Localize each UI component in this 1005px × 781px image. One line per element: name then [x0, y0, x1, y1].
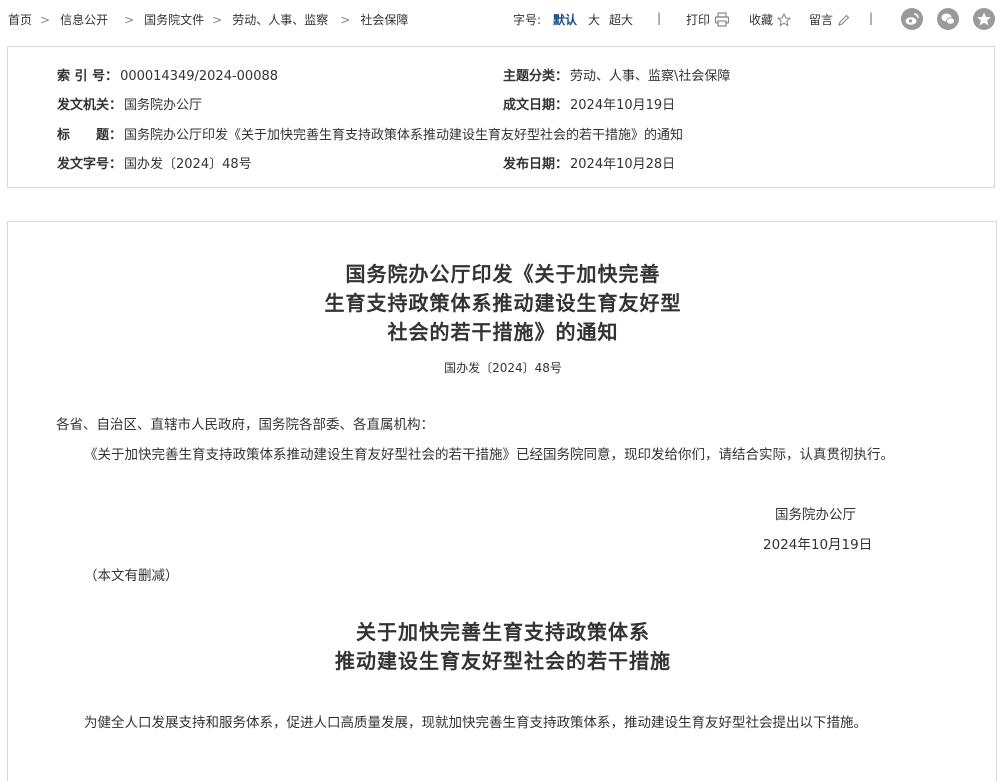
created-date-value: 2024年10月19日 [570, 98, 676, 113]
created-date-label: 成文日期： [503, 98, 569, 113]
doc-number-value: 国办发〔2024〕48号 [124, 157, 252, 172]
title-label: 标 题： [57, 128, 123, 143]
favorite-button[interactable]: 收藏 [749, 11, 791, 28]
salutation: 各省、自治区、直辖市人民政府，国务院各部委、各直属机构： [56, 417, 434, 433]
category-label: 主题分类： [503, 69, 569, 84]
breadcrumb-state-council-docs[interactable]: 国务院文件 [144, 13, 204, 27]
top-bar: 首页 > 信息公开 > 国务院文件 > 劳动、人事、监察 > 社会保障 字号: 默认 大 超大 … [0, 0, 1005, 40]
category-row: 主题分类： 劳动、人事、监察\社会保障 [503, 65, 730, 84]
breadcrumb-labor-personnel[interactable]: 劳动、人事、监察 [232, 13, 328, 27]
signature-date: 2024年10月19日 [763, 537, 873, 553]
article-subtitle: 关于加快完善生育支持政策体系 推动建设生育友好型社会的若干措施 [8, 618, 998, 676]
article-doc-number: 国办发〔2024〕48号 [444, 361, 562, 375]
font-xlarge-button[interactable]: 超大 [609, 11, 633, 28]
printer-icon [714, 12, 729, 27]
breadcrumb-separator: > [340, 13, 351, 27]
issuer-row: 发文机关： 国务院办公厅 [57, 94, 202, 113]
category-value: 劳动、人事、监察\社会保障 [570, 69, 731, 84]
breadcrumb-social-security[interactable]: 社会保障 [360, 13, 408, 27]
issuer-value: 国务院办公厅 [124, 98, 203, 113]
breadcrumb: 首页 > 信息公开 > 国务院文件 > 劳动、人事、监察 > 社会保障 [8, 11, 408, 28]
favorite-label: 收藏 [749, 13, 774, 27]
star-icon [776, 13, 791, 27]
article-title-line: 社会的若干措施》的通知 [387, 320, 619, 344]
issuer-label: 发文机关： [57, 98, 123, 113]
breadcrumb-separator: > [212, 13, 223, 27]
breadcrumb-home[interactable]: 首页 [8, 13, 32, 27]
pencil-icon [837, 14, 850, 26]
doc-number-label: 发文字号： [57, 157, 123, 172]
article-subtitle-line: 推动建设生育友好型社会的若干措施 [335, 649, 671, 673]
breadcrumb-separator: > [124, 13, 135, 27]
intro-paragraph: 为健全人口发展支持和服务体系，促进人口高质量发展，现就加快完善生育支持政策体系，… [84, 715, 867, 731]
article-title-line: 国务院办公厅印发《关于加快完善 [345, 262, 661, 286]
font-size-label: 字号: [513, 13, 542, 27]
print-label: 打印 [686, 13, 711, 27]
title-value: 国务院办公厅印发《关于加快完善生育支持政策体系推动建设生育友好型社会的若干措施》… [124, 128, 684, 143]
signature-org: 国务院办公厅 [775, 507, 856, 523]
document-info-box: 索 引 号： 000014349/2024-00088 主题分类： 劳动、人事、监察… [7, 46, 995, 188]
article-content: 国务院办公厅印发《关于加快完善 生育支持政策体系推动建设生育友好型 社会的若干措… [7, 221, 997, 781]
font-default-button[interactable]: 默认 [553, 11, 577, 28]
index-number-row: 索 引 号： 000014349/2024-00088 [57, 65, 278, 84]
breadcrumb-separator: > [40, 13, 51, 27]
comment-button[interactable]: 留言 [809, 11, 850, 28]
body-paragraph: 《关于加快完善生育支持政策体系推动建设生育友好型社会的若干措施》已经国务院同意，… [84, 447, 894, 463]
breadcrumb-info-public[interactable]: 信息公开 [60, 13, 108, 27]
index-number-value: 000014349/2024-00088 [120, 69, 279, 84]
index-number-label: 索 引 号： [57, 69, 119, 84]
article-title-line: 生育支持政策体系推动建设生育友好型 [324, 291, 682, 315]
wechat-icon[interactable] [937, 8, 959, 30]
deletion-note: （本文有删减） [84, 568, 179, 584]
print-button[interactable]: 打印 [686, 11, 730, 28]
star-share-icon[interactable] [973, 8, 995, 30]
published-date-value: 2024年10月28日 [570, 157, 676, 172]
published-date-label: 发布日期： [503, 157, 569, 172]
weibo-icon[interactable] [901, 8, 923, 30]
title-row: 标 题： 国务院办公厅印发《关于加快完善生育支持政策体系推动建设生育友好型社会的若… [57, 124, 683, 143]
created-date-row: 成文日期： 2024年10月19日 [503, 94, 675, 113]
published-date-row: 发布日期： 2024年10月28日 [503, 153, 675, 172]
toolbar-divider: | [657, 11, 662, 25]
article-subtitle-line: 关于加快完善生育支持政策体系 [356, 620, 650, 644]
article-title: 国务院办公厅印发《关于加快完善 生育支持政策体系推动建设生育友好型 社会的若干措… [8, 260, 998, 347]
doc-number-row: 发文字号： 国办发〔2024〕48号 [57, 153, 252, 172]
comment-label: 留言 [809, 13, 834, 27]
font-large-button[interactable]: 大 [588, 11, 600, 28]
toolbar-divider: | [869, 11, 874, 25]
